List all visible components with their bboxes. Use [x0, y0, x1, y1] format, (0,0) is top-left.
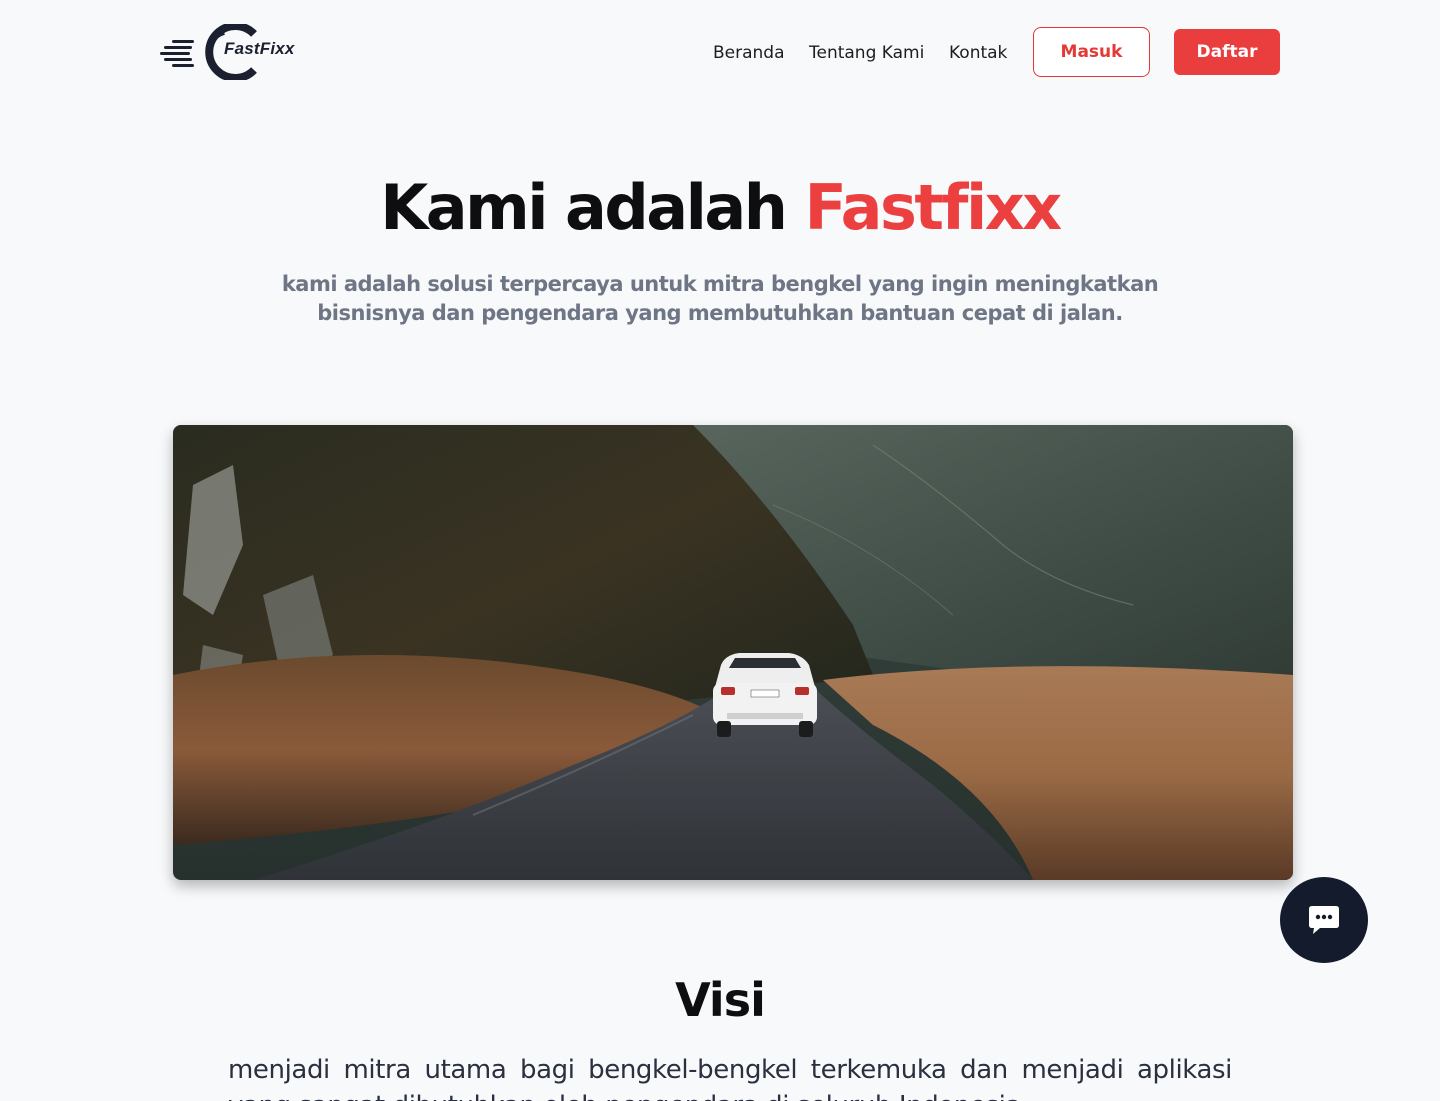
logo-wordmark: FastFixx [224, 39, 295, 58]
visi-title: Visi [675, 973, 766, 1027]
title-prefix: Kami adalah [380, 171, 805, 244]
register-button[interactable]: Daftar [1174, 29, 1280, 75]
title-accent: Fastfixx [804, 171, 1062, 244]
fastfixx-logo[interactable]: FastFixx [158, 24, 303, 80]
nav-link-kontak[interactable]: Kontak [949, 40, 1007, 66]
login-button[interactable]: Masuk [1033, 27, 1150, 77]
hero-subtitle: kami adalah solusi terpercaya untuk mitr… [281, 272, 1159, 325]
car-shape [713, 653, 817, 737]
nav-link-beranda[interactable]: Beranda [713, 40, 785, 66]
visi-text: menjadi mitra utama bagi bengkel-bengkel… [228, 1055, 1232, 1101]
about-page: FastFixx Beranda Tentang Kami Kontak Mas… [0, 0, 1440, 1101]
chat-button[interactable] [1280, 877, 1368, 963]
nav-link-tentang-kami[interactable]: Tentang Kami [809, 40, 924, 66]
hero-photo [173, 425, 1293, 880]
car-on-road-photo [173, 425, 1293, 880]
chat-bubble-icon [1309, 906, 1339, 934]
page-title: Kami adalah Fastfixx [0, 170, 1440, 246]
